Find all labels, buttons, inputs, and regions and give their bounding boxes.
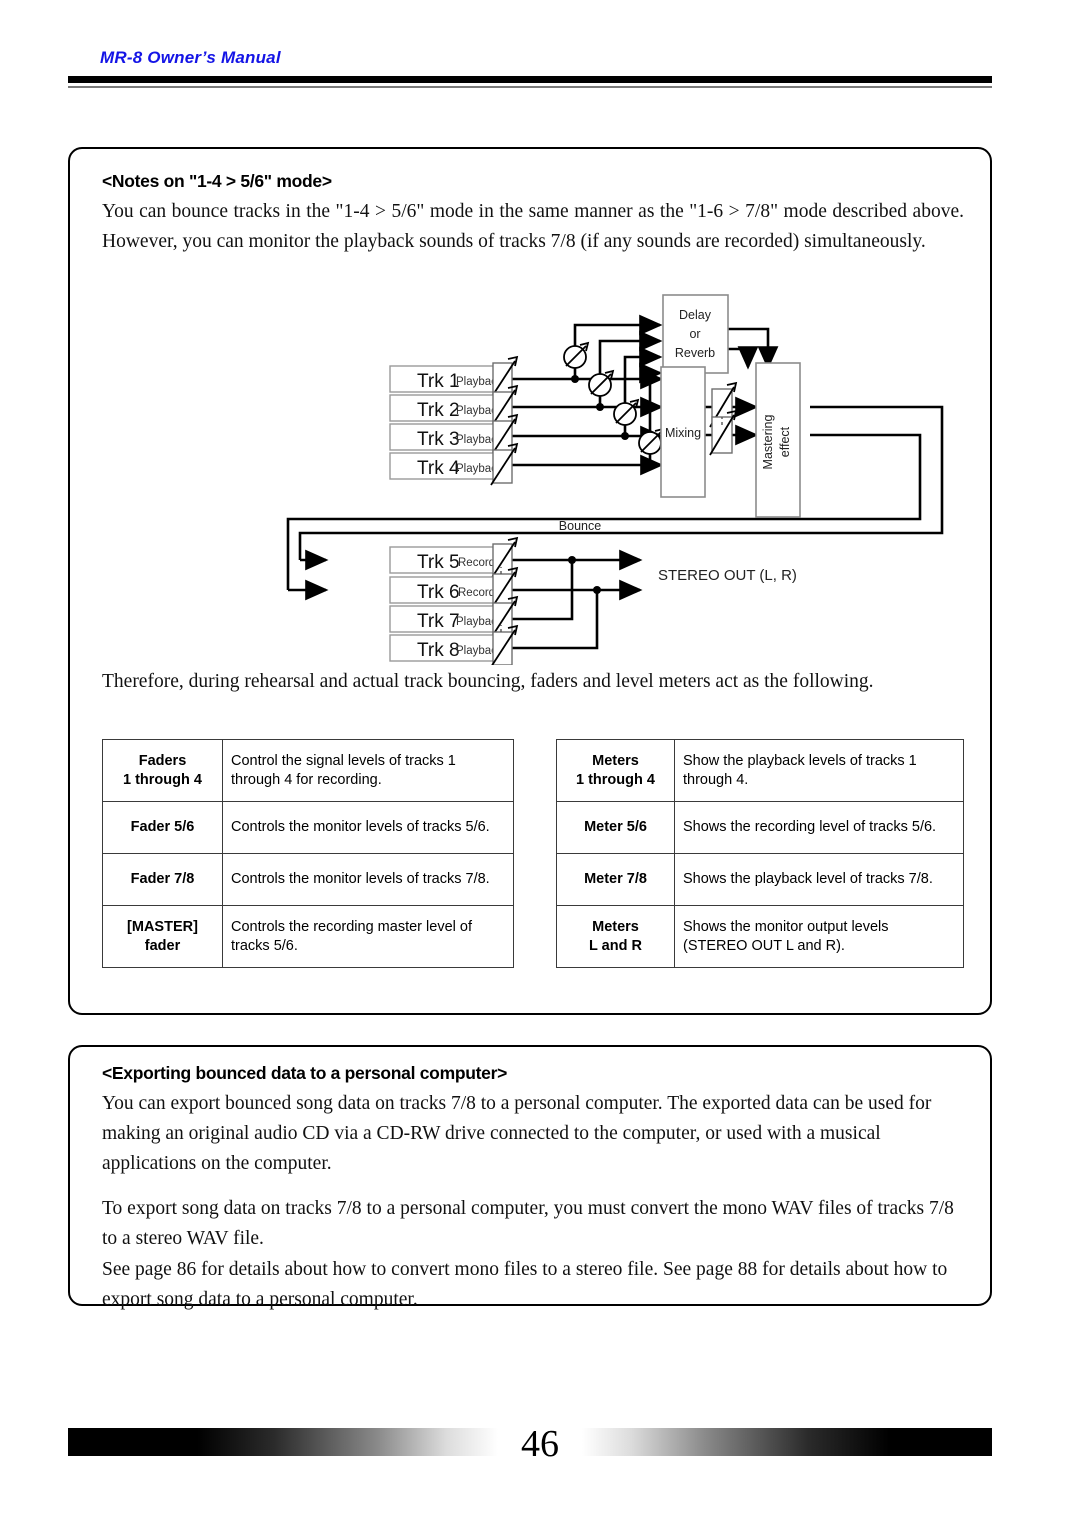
svg-text:Trk 7: Trk 7 (417, 611, 460, 632)
meters-row-value: Shows the recording level of tracks 5/6. (674, 801, 964, 854)
key-line-2: L and R (589, 937, 642, 954)
key-line-1: Meters (592, 918, 639, 935)
export-panel: <Exporting bounced data to a personal co… (68, 1045, 992, 1310)
export-paragraph-2: To export song data on tracks 7/8 to a p… (102, 1198, 954, 1249)
meters-table: Meters 1 through 4 Show the playback lev… (556, 739, 964, 968)
export-paragraph-3: See page 86 for details about how to con… (102, 1259, 948, 1310)
faders-row-key: Faders 1 through 4 (102, 739, 223, 802)
therefore-paragraph: Therefore, during rehearsal and actual t… (102, 671, 874, 692)
faders-row-value: Control the signal levels of tracks 1 th… (222, 739, 514, 802)
table-row: Fader 5/6 Controls the monitor levels of… (102, 801, 514, 854)
signal-flow-diagram: Delay or Reverb Mixing Mastering effect … (280, 267, 980, 665)
key-line-1: Faders (138, 752, 187, 769)
svg-text:Bounce: Bounce (559, 519, 601, 533)
meters-row-value: Show the playback levels of tracks 1 thr… (674, 739, 964, 802)
meters-row-value: Shows the playback level of tracks 7/8. (674, 853, 964, 906)
svg-text:Trk 8: Trk 8 (417, 640, 460, 661)
page-number: 46 (521, 1423, 559, 1465)
faders-row-key: [MASTER] fader (102, 905, 223, 968)
header-rule-thick (68, 76, 992, 83)
table-row: Meter 5/6 Shows the recording level of t… (556, 801, 964, 854)
notes-heading: <Notes on "1-4 > 5/6" mode> (102, 171, 332, 191)
manual-title: MR-8 Owner’s Manual (100, 48, 281, 67)
table-row: Meters 1 through 4 Show the playback lev… (556, 739, 964, 802)
svg-text:Record: Record (458, 557, 495, 569)
table-row: Meter 7/8 Shows the playback level of tr… (556, 853, 964, 906)
meters-row-key: Meters L and R (556, 905, 675, 968)
meters-row-key: Meters 1 through 4 (556, 739, 675, 802)
header-rule-thin (68, 86, 992, 88)
svg-text:Trk 4: Trk 4 (417, 458, 460, 479)
table-row: [MASTER] fader Controls the recording ma… (102, 905, 514, 968)
notes-panel: <Notes on "1-4 > 5/6" mode> You can boun… (68, 147, 992, 1015)
key-line-2: fader (144, 937, 181, 954)
faders-row-value: Controls the recording master level of t… (222, 905, 514, 968)
footer-gradient-right (582, 1428, 992, 1456)
svg-text:Mixing: Mixing (665, 426, 701, 440)
svg-text:Record: Record (458, 587, 495, 599)
page-footer: 46 (0, 1423, 1080, 1468)
faders-row-value: Controls the monitor levels of tracks 5/… (222, 801, 514, 854)
svg-text:Mastering: Mastering (761, 415, 775, 470)
export-heading: <Exporting bounced data to a personal co… (102, 1063, 507, 1083)
meters-row-key: Meter 5/6 (556, 801, 675, 854)
key-line-1: [MASTER] (127, 918, 198, 935)
svg-text:Reverb: Reverb (675, 346, 715, 360)
faders-row-key: Fader 7/8 (102, 853, 223, 906)
meters-row-value: Shows the monitor output levels (STEREO … (674, 905, 964, 968)
svg-text:Delay: Delay (679, 308, 712, 322)
export-paragraph-1: You can export bounced song data on trac… (102, 1093, 932, 1174)
table-row: Meters L and R Shows the monitor output … (556, 905, 964, 968)
table-row: Fader 7/8 Controls the monitor levels of… (102, 853, 514, 906)
key-line-2: 1 through 4 (576, 771, 655, 788)
meters-row-key: Meter 7/8 (556, 853, 675, 906)
svg-text:Trk 6: Trk 6 (417, 582, 460, 603)
faders-row-value: Controls the monitor levels of tracks 7/… (222, 853, 514, 906)
notes-intro-paragraph: You can bounce tracks in the "1-4 > 5/6"… (102, 201, 964, 252)
faders-table: Faders 1 through 4 Control the signal le… (102, 739, 514, 968)
svg-text:Trk 5: Trk 5 (417, 552, 460, 573)
svg-text:Trk 3: Trk 3 (417, 429, 460, 450)
table-row: Faders 1 through 4 Control the signal le… (102, 739, 514, 802)
footer-gradient-left (68, 1428, 498, 1456)
svg-text:or: or (689, 327, 700, 341)
key-line-2: 1 through 4 (123, 771, 202, 788)
svg-text:STEREO OUT (L, R): STEREO OUT (L, R) (658, 567, 797, 584)
svg-text:Trk 2: Trk 2 (417, 400, 460, 421)
key-line-1: Meters (592, 752, 639, 769)
svg-text:Trk 1: Trk 1 (417, 371, 460, 392)
svg-text:effect: effect (778, 426, 792, 457)
faders-row-key: Fader 5/6 (102, 801, 223, 854)
